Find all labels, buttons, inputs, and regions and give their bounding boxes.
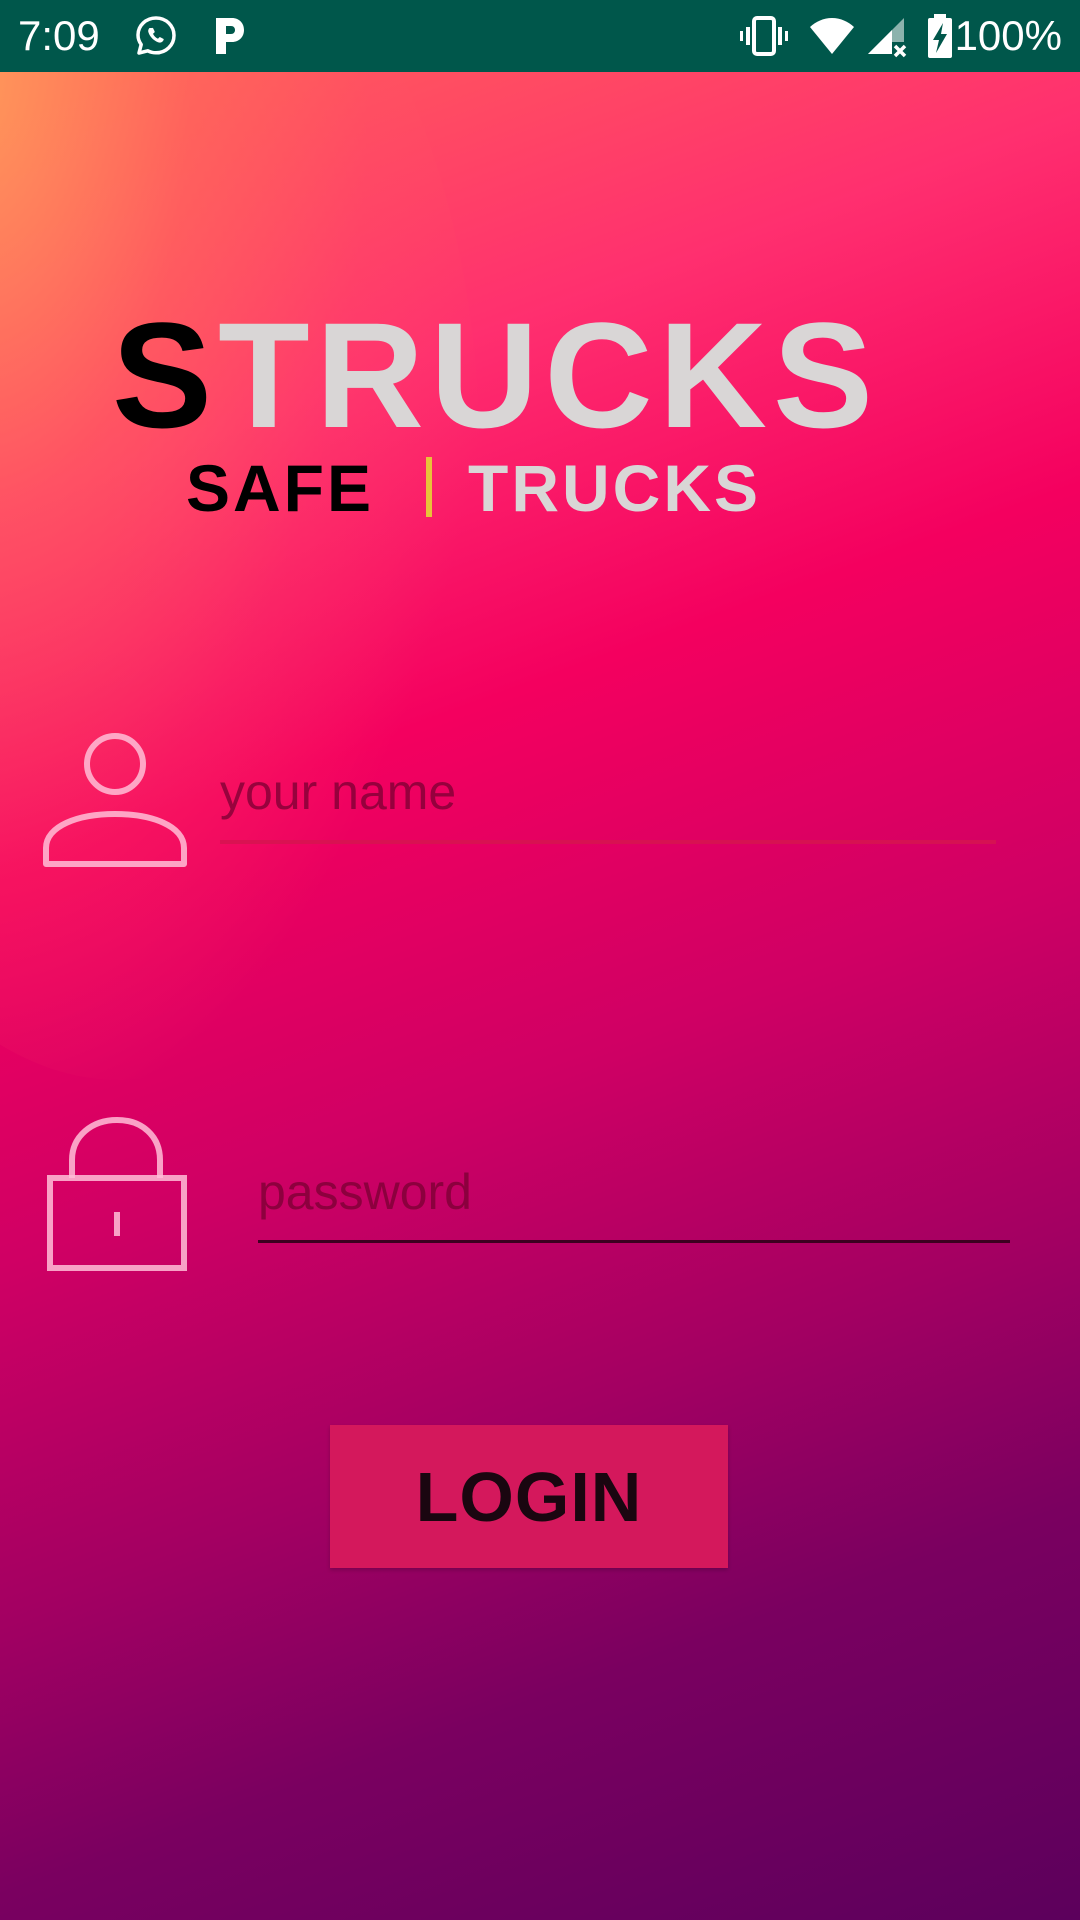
logo-tagline-safe: SAFE bbox=[186, 451, 375, 525]
status-bar: 7:09 100% bbox=[0, 0, 1080, 72]
background-glow bbox=[0, 0, 480, 1080]
logo-rest: TRUCKS bbox=[218, 291, 880, 459]
logo-divider bbox=[426, 457, 433, 517]
app-logo: STRUCKS SAFE TRUCKS bbox=[112, 300, 892, 525]
password-field bbox=[258, 1152, 1010, 1243]
whatsapp-icon bbox=[136, 16, 176, 55]
username-field bbox=[220, 752, 996, 844]
logo-tagline: SAFE TRUCKS bbox=[186, 448, 761, 528]
password-underline bbox=[258, 1240, 1010, 1243]
logo-first-letter: S bbox=[112, 291, 219, 459]
logo-wordmark: STRUCKS bbox=[112, 300, 879, 450]
cell-signal-no-data-icon bbox=[868, 18, 907, 58]
vibrate-icon bbox=[740, 16, 788, 56]
username-underline bbox=[220, 840, 996, 844]
user-icon bbox=[43, 733, 187, 867]
battery-percent: 100% bbox=[954, 12, 1062, 59]
username-input[interactable] bbox=[220, 752, 996, 832]
lock-icon bbox=[47, 1116, 187, 1271]
logo-tagline-trucks: TRUCKS bbox=[468, 451, 762, 525]
wifi-icon bbox=[810, 18, 854, 54]
parking-app-icon bbox=[216, 18, 244, 54]
status-time: 7:09 bbox=[18, 12, 100, 59]
password-input[interactable] bbox=[258, 1152, 1010, 1232]
login-screen: 7:09 100% STRUCKS SAFE TRUCKS your name … bbox=[0, 0, 1080, 1920]
login-button[interactable]: LOGIN bbox=[330, 1425, 728, 1568]
